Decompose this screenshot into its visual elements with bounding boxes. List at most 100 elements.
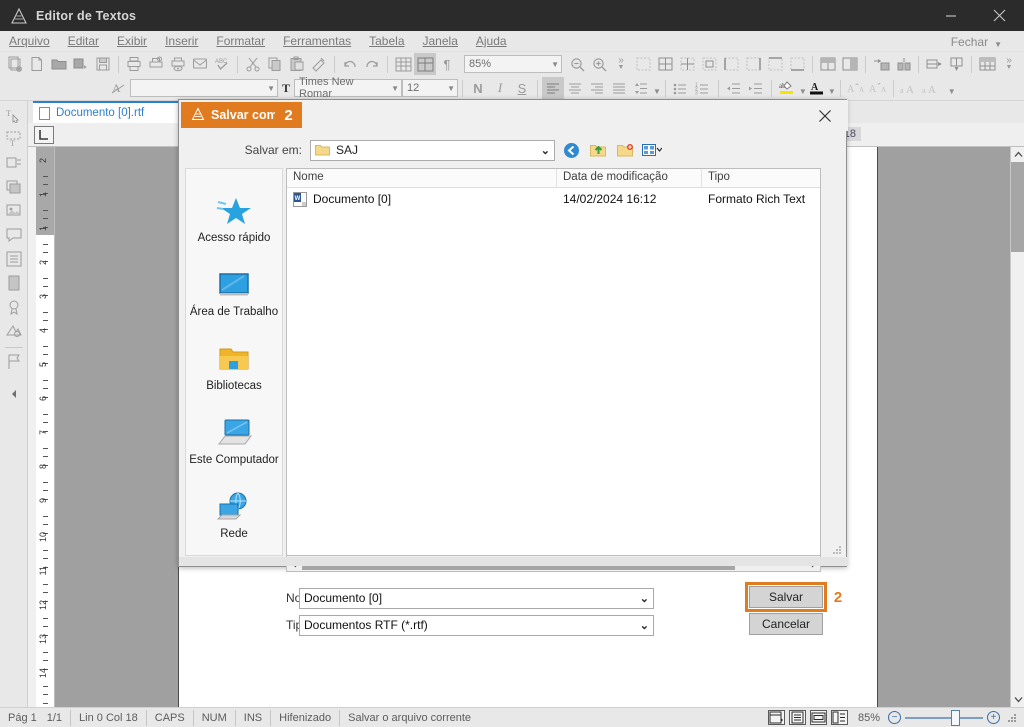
scrollbar-thumb[interactable] xyxy=(1011,162,1024,252)
paste-icon[interactable] xyxy=(286,53,308,75)
merge-cells-icon[interactable] xyxy=(817,53,839,75)
list-view-icon[interactable] xyxy=(3,248,25,270)
insert-table-icon[interactable] xyxy=(392,53,414,75)
chevron-down-icon[interactable]: ⌄ xyxy=(640,619,649,632)
seal-stamp-icon[interactable] xyxy=(3,296,25,318)
scroll-down-icon[interactable] xyxy=(1011,692,1024,707)
change-case-button[interactable]: aA xyxy=(898,77,920,99)
back-icon[interactable] xyxy=(560,140,582,161)
numbered-list-button[interactable]: 123 xyxy=(692,77,714,99)
menu-editar[interactable]: Editar xyxy=(59,32,108,50)
align-right-button[interactable] xyxy=(586,77,608,99)
menu-formatar[interactable]: Formatar xyxy=(207,32,274,50)
new-folder-icon[interactable] xyxy=(614,140,636,161)
increase-indent-button[interactable] xyxy=(745,77,767,99)
table-properties-icon[interactable] xyxy=(414,53,436,75)
view-reading-icon[interactable] xyxy=(788,710,806,725)
border-left-icon[interactable] xyxy=(720,53,742,75)
shrink-font-button[interactable]: AA xyxy=(867,77,889,99)
tab-stop-selector-icon[interactable] xyxy=(34,125,54,144)
grow-font-button[interactable]: AA xyxy=(845,77,867,99)
decrease-indent-button[interactable] xyxy=(723,77,745,99)
redo-icon[interactable] xyxy=(361,53,383,75)
clear-formatting-icon[interactable]: A xyxy=(108,77,130,99)
chevron-down-icon[interactable]: ⌄ xyxy=(541,144,550,157)
menu-ferramentas[interactable]: Ferramentas xyxy=(274,32,360,50)
resize-grip-icon[interactable] xyxy=(832,544,842,554)
menu-inserir[interactable]: Inserir xyxy=(156,32,207,50)
print-icon[interactable] xyxy=(123,53,145,75)
undo-icon[interactable] xyxy=(339,53,361,75)
place-rede[interactable]: Rede xyxy=(186,477,282,551)
insert-text-box-icon[interactable]: T xyxy=(3,128,25,150)
signature-icon[interactable] xyxy=(3,320,25,342)
close-document-button[interactable]: Fechar ▼ xyxy=(951,31,1002,52)
place-area-de-trabalho[interactable]: Área de Trabalho xyxy=(186,255,282,329)
distribute-columns-icon[interactable] xyxy=(945,53,967,75)
place-bibliotecas[interactable]: Bibliotecas xyxy=(186,329,282,403)
menu-janela[interactable]: Janela xyxy=(414,32,467,50)
chevron-down-icon[interactable]: ▼ xyxy=(828,87,836,96)
bullet-list-button[interactable] xyxy=(670,77,692,99)
insert-column-icon[interactable] xyxy=(892,53,914,75)
copy-icon[interactable] xyxy=(264,53,286,75)
scroll-up-icon[interactable] xyxy=(1011,147,1024,162)
open-recent-icon[interactable] xyxy=(70,53,92,75)
window-resize-grip-icon[interactable] xyxy=(1006,712,1018,724)
highlight-color-button[interactable]: ab xyxy=(776,77,798,99)
column-header-data[interactable]: Data de modificação xyxy=(557,169,702,187)
border-inside-icon[interactable] xyxy=(676,53,698,75)
flag-marker-icon[interactable] xyxy=(3,351,25,373)
print-preview-icon[interactable] xyxy=(167,53,189,75)
open-folder-icon[interactable] xyxy=(48,53,70,75)
table-row[interactable]: W Documento [0] 14/02/2024 16:12 Formato… xyxy=(287,188,820,210)
chevron-down-icon[interactable]: ▼ xyxy=(948,87,956,96)
format-painter-icon[interactable] xyxy=(308,53,330,75)
column-header-nome[interactable]: Nome xyxy=(287,169,557,187)
up-folder-icon[interactable] xyxy=(587,140,609,161)
insert-row-icon[interactable] xyxy=(870,53,892,75)
menu-exibir[interactable]: Exibir xyxy=(108,32,156,50)
underline-button[interactable]: S xyxy=(511,77,533,99)
menu-tabela[interactable]: Tabela xyxy=(360,32,413,50)
border-right-icon[interactable] xyxy=(742,53,764,75)
status-ins[interactable]: INS xyxy=(236,709,272,726)
status-num[interactable]: NUM xyxy=(194,709,236,726)
toolbar-overflow-icon[interactable]: » ▼ xyxy=(610,53,632,75)
zoom-out-icon[interactable] xyxy=(566,53,588,75)
chevron-down-icon[interactable]: ▼ xyxy=(653,87,661,96)
page-icon[interactable] xyxy=(3,272,25,294)
menu-ajuda[interactable]: Ajuda xyxy=(467,32,516,50)
place-este-computador[interactable]: Este Computador xyxy=(186,403,282,477)
chevron-down-icon[interactable]: ⌄ xyxy=(640,592,649,605)
show-marks-icon[interactable]: ¶ xyxy=(436,53,458,75)
save-icon[interactable] xyxy=(92,53,114,75)
save-in-combo[interactable]: SAJ ⌄ xyxy=(310,139,555,161)
zoom-slider-thumb[interactable] xyxy=(951,709,960,726)
file-name-input[interactable]: Documento [0] ⌄ xyxy=(299,587,654,609)
border-none-icon[interactable] xyxy=(632,53,654,75)
cancel-button[interactable]: Cancelar xyxy=(749,613,823,635)
status-hyphen[interactable]: Hifenizado xyxy=(271,709,341,726)
cut-icon[interactable] xyxy=(242,53,264,75)
border-all-icon[interactable] xyxy=(654,53,676,75)
reset-case-button[interactable]: aA xyxy=(920,77,942,99)
split-cells-icon[interactable] xyxy=(839,53,861,75)
view-mode-icon[interactable] xyxy=(641,140,663,161)
font-name-combo[interactable]: Times New Romar ▼ xyxy=(294,76,402,100)
table-autoformat-icon[interactable] xyxy=(976,53,998,75)
line-spacing-button[interactable] xyxy=(630,77,652,99)
document-tab[interactable]: Documento [0].rtf xyxy=(33,101,178,123)
insert-field-icon[interactable] xyxy=(3,152,25,174)
zoom-out-button[interactable]: − xyxy=(888,711,901,724)
file-type-select[interactable]: Documentos RTF (*.rtf) ⌄ xyxy=(299,614,654,636)
zoom-in-icon[interactable] xyxy=(588,53,610,75)
close-icon[interactable] xyxy=(974,0,1024,31)
insert-image-icon[interactable] xyxy=(3,200,25,222)
bold-button[interactable]: N xyxy=(467,77,489,99)
dialog-close-icon[interactable] xyxy=(806,103,844,129)
font-color-button[interactable]: A xyxy=(807,77,827,99)
file-list[interactable]: Nome Data de modificação Tipo W Document… xyxy=(286,168,821,556)
menu-arquivo[interactable]: Arquivo xyxy=(0,32,59,50)
insert-object-icon[interactable] xyxy=(3,176,25,198)
